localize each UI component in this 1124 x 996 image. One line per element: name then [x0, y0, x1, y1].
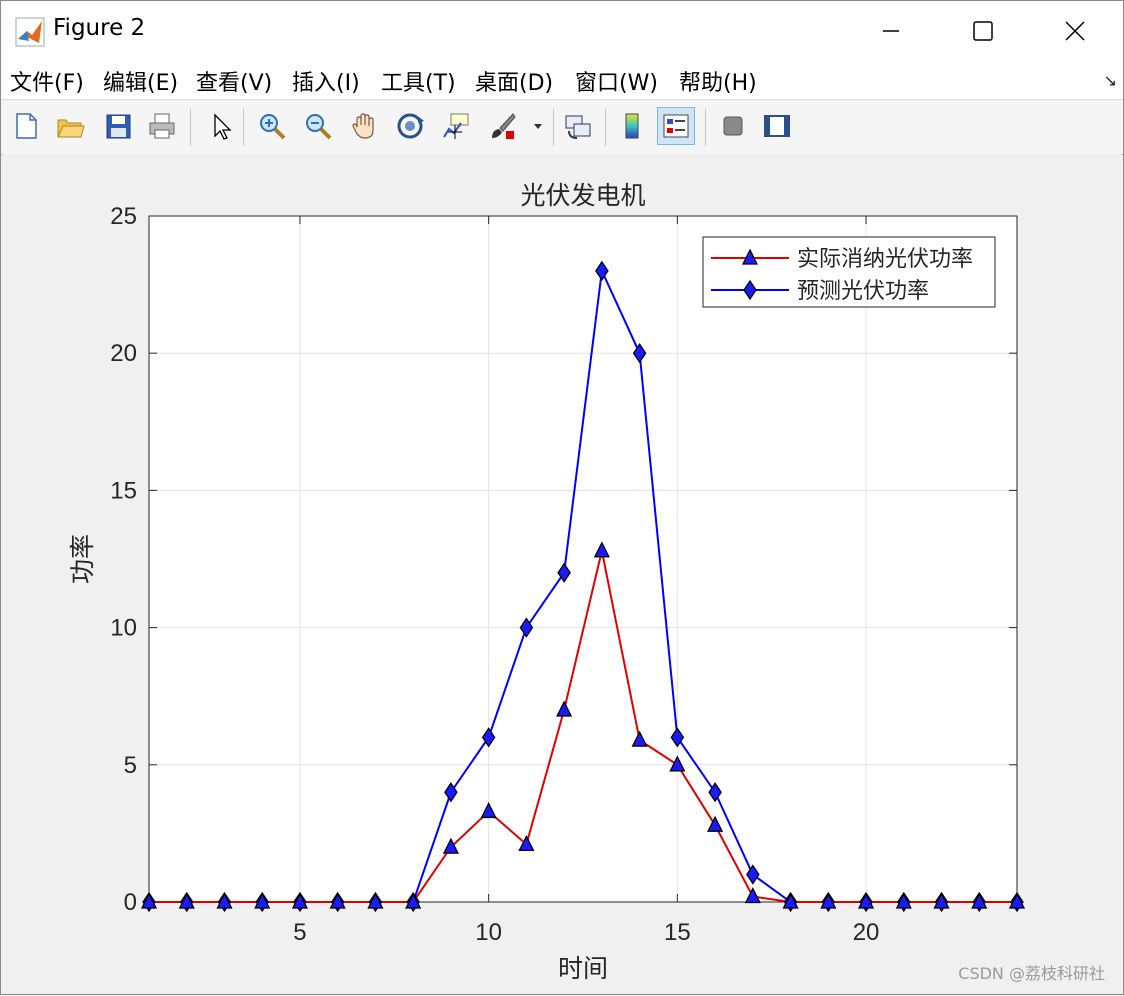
select-button[interactable] — [201, 107, 239, 145]
legend-icon — [663, 114, 689, 138]
chart-title: 光伏发电机 — [520, 182, 645, 210]
zoom-out-button[interactable] — [299, 107, 337, 145]
y-tick-label: 15 — [110, 477, 137, 504]
rotate-3d-button[interactable] — [391, 107, 429, 145]
matlab-logo-icon — [15, 17, 45, 47]
menu-desktop[interactable]: 桌面(D) — [475, 65, 553, 97]
toolbar-separator — [243, 108, 244, 146]
brush-button[interactable] — [483, 107, 521, 145]
figure-toolbar — [1, 99, 1123, 155]
print-button[interactable] — [143, 107, 181, 145]
legend-label: 预测光伏功率 — [797, 278, 929, 303]
show-plot-tools-button[interactable] — [758, 107, 796, 145]
legend[interactable]: 实际消纳光伏功率预测光伏功率 — [702, 236, 996, 308]
maximize-button[interactable] — [959, 9, 1007, 53]
toolbar-separator — [190, 108, 191, 146]
toolbar-separator — [553, 108, 554, 146]
pan-hand-icon — [352, 113, 374, 139]
print-icon — [149, 113, 175, 139]
link-plot-button[interactable] — [559, 107, 597, 145]
title-bar: Figure 2 — [1, 1, 1123, 61]
zoom-out-icon — [306, 114, 332, 140]
legend-button[interactable] — [657, 107, 695, 145]
colorbar-button[interactable] — [613, 107, 651, 145]
dropdown-arrow-icon — [534, 124, 542, 129]
watermark: CSDN @荔枝科研社 — [958, 964, 1105, 983]
new-figure-button[interactable] — [7, 107, 45, 145]
menu-edit[interactable]: 编辑(E) — [103, 65, 178, 97]
figure-window: Figure 2 文件(F) 编辑(E) 查看(V) 插入(I) 工具(T) 桌… — [0, 0, 1124, 995]
x-tick-label: 20 — [853, 919, 880, 946]
brush-icon — [492, 113, 516, 139]
plot-area — [149, 216, 1017, 902]
colorbar-icon — [625, 113, 639, 139]
y-axis-label: 功率 — [69, 534, 97, 584]
close-icon — [1065, 21, 1085, 41]
y-tick-label: 20 — [110, 340, 137, 367]
y-tick-label: 5 — [124, 752, 137, 779]
menu-view[interactable]: 查看(V) — [196, 65, 272, 97]
minimize-icon — [883, 30, 899, 32]
close-button[interactable] — [1051, 9, 1099, 53]
select-arrow-icon — [214, 113, 232, 140]
figure-canvas: 5 10 15 20 0 5 10 15 20 25 光伏发电机时间 功率 实际消纳光伏功率 预测光伏功率… — [3, 154, 1121, 992]
menu-bar: 文件(F) 编辑(E) 查看(V) 插入(I) 工具(T) 桌面(D) 窗口(W… — [1, 61, 1123, 99]
new-figure-icon — [16, 113, 37, 139]
rotate-3d-icon — [397, 113, 424, 139]
menu-insert[interactable]: 插入(I) — [292, 65, 360, 97]
toolbar-separator — [705, 108, 706, 146]
menu-tools[interactable]: 工具(T) — [381, 65, 456, 97]
menu-window[interactable]: 窗口(W) — [575, 65, 658, 97]
menu-file[interactable]: 文件(F) — [10, 65, 84, 97]
pan-button[interactable] — [345, 107, 383, 145]
open-file-icon — [57, 119, 85, 138]
window-title: Figure 2 — [53, 15, 146, 41]
y-tick-label: 25 — [110, 203, 137, 230]
hide-plot-tools-button[interactable] — [714, 107, 752, 145]
zoom-in-icon — [260, 114, 286, 140]
y-tick-label: 10 — [110, 615, 137, 642]
link-plot-icon — [565, 115, 591, 139]
maximize-icon — [973, 21, 993, 41]
x-tick-label: 15 — [664, 919, 691, 946]
brush-dropdown-button[interactable] — [527, 107, 549, 145]
legend-label: 实际消纳光伏功率 — [797, 246, 973, 271]
x-axis-label: 时间 — [558, 955, 608, 983]
save-icon — [106, 114, 131, 139]
data-cursor-icon — [443, 113, 469, 139]
save-button[interactable] — [99, 107, 137, 145]
open-file-button[interactable] — [51, 107, 89, 145]
toolbar-separator — [605, 108, 606, 146]
line-chart[interactable]: 5 10 15 20 0 5 10 15 20 25 光伏发电机时间 功率 实际消纳光伏功率预测光伏功率 — [3, 154, 1121, 992]
menu-help[interactable]: 帮助(H) — [679, 65, 757, 97]
dock-arrow-icon[interactable]: ↘ — [1104, 71, 1117, 90]
show-plot-tools-icon — [764, 115, 790, 137]
data-cursor-button[interactable] — [437, 107, 475, 145]
y-tick-label: 0 — [124, 889, 137, 916]
x-tick-label: 10 — [475, 919, 502, 946]
minimize-button[interactable] — [867, 9, 915, 53]
hide-plot-tools-icon — [723, 116, 743, 136]
zoom-in-button[interactable] — [253, 107, 291, 145]
x-tick-label: 5 — [293, 919, 306, 946]
